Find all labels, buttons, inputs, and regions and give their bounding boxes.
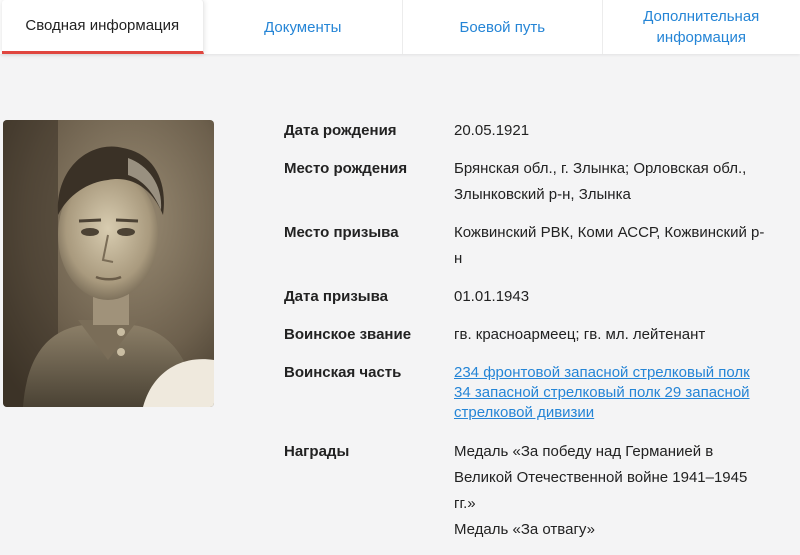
row-awards: Награды Медаль «За победу над Германией …: [284, 439, 794, 543]
birth-place-line1: Брянская обл., г. Злынка; Орловская обл.…: [454, 156, 794, 182]
award1-line1: Медаль «За победу над Германией в: [454, 439, 794, 465]
award2: Медаль «За отвагу»: [454, 517, 794, 543]
tab-summary-label: Сводная информация: [25, 15, 179, 36]
draft-place-line1: Кожвинский РВК, Коми АССР, Кожвинский р-: [454, 220, 794, 246]
row-draft-date: Дата призыва 01.01.1943: [284, 284, 794, 310]
row-rank: Воинское звание гв. красноармеец; гв. мл…: [284, 322, 794, 348]
award1-line3: гг.»: [454, 491, 794, 517]
unit-link-234-regiment[interactable]: 234 фронтовой запасной стрелковый полк: [454, 363, 794, 383]
row-birth-date: Дата рождения 20.05.1921: [284, 118, 794, 144]
award1-line2: Великой Отечественной войне 1941–1945: [454, 465, 794, 491]
row-draft-place: Место призыва Кожвинский РВК, Коми АССР,…: [284, 220, 794, 272]
birth-date-value: 20.05.1921: [454, 118, 794, 144]
tab-bar: Сводная информация Документы Боевой путь…: [0, 0, 800, 54]
unit-link-34-regiment[interactable]: 34 запасной стрелковый полк 29 запасной …: [454, 383, 794, 423]
awards-value: Медаль «За победу над Германией в Велико…: [454, 439, 794, 543]
birth-place-line2: Злынковский р-н, Злынка: [454, 182, 794, 208]
tab-additional-info-label-line2: информация: [657, 29, 746, 46]
profile-details: Дата рождения 20.05.1921 Место рождения …: [284, 118, 794, 555]
tab-additional-info[interactable]: Дополнительная информация: [603, 0, 800, 54]
tab-summary[interactable]: Сводная информация: [2, 0, 204, 54]
rank-label: Воинское звание: [284, 322, 454, 348]
birth-date-label: Дата рождения: [284, 118, 454, 144]
rank-value: гв. красноармеец; гв. мл. лейтенант: [454, 322, 794, 348]
unit-link-34-line1: 34 запасной стрелковый полк 29 запасной: [454, 384, 750, 401]
military-unit-label: Воинская часть: [284, 360, 454, 423]
birth-place-label: Место рождения: [284, 156, 454, 208]
tab-documents[interactable]: Документы: [204, 0, 404, 54]
awards-label: Награды: [284, 439, 454, 543]
soldier-portrait-photo: [3, 120, 214, 407]
tab-additional-info-label-line1: Дополнительная: [643, 8, 759, 25]
military-unit-value: 234 фронтовой запасной стрелковый полк 3…: [454, 360, 794, 423]
draft-place-label: Место призыва: [284, 220, 454, 272]
tab-documents-label: Документы: [264, 17, 341, 38]
draft-date-label: Дата призыва: [284, 284, 454, 310]
row-birth-place: Место рождения Брянская обл., г. Злынка;…: [284, 156, 794, 208]
row-military-unit: Воинская часть 234 фронтовой запасной ст…: [284, 360, 794, 423]
tab-combat-path[interactable]: Боевой путь: [403, 0, 603, 54]
tab-additional-info-label: Дополнительная информация: [643, 6, 759, 48]
draft-place-value: Кожвинский РВК, Коми АССР, Кожвинский р-…: [454, 220, 794, 272]
tab-combat-path-label: Боевой путь: [459, 17, 545, 38]
unit-link-34-line2: стрелковой дивизии: [454, 404, 594, 421]
draft-date-value: 01.01.1943: [454, 284, 794, 310]
draft-place-line2: н: [454, 246, 794, 272]
birth-place-value: Брянская обл., г. Злынка; Орловская обл.…: [454, 156, 794, 208]
